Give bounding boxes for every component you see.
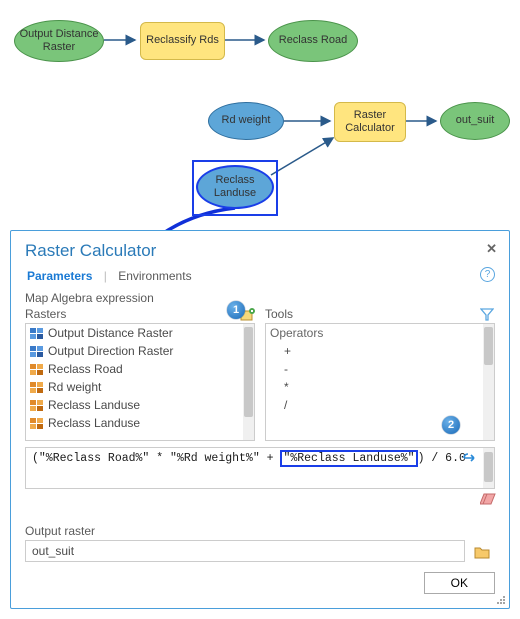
node-label: Reclass Road [279,34,347,47]
raster-item-label: Reclass Landuse [48,398,140,412]
node-label: Reclassify Rds [146,34,219,47]
rasters-listbox[interactable]: Output Distance Raster Output Direction R… [25,323,255,441]
filter-icon[interactable] [480,307,495,321]
raster-list-item[interactable]: Reclass Landuse [26,414,254,432]
operator-item[interactable]: + [266,342,494,360]
expression-part: ("%Reclass Road%" * "%Rd weight%" + [32,452,280,465]
tab-separator: | [104,269,107,283]
raster-item-label: Rd weight [48,380,101,394]
help-icon[interactable]: ? [480,267,495,282]
raster-list-item[interactable]: Output Distance Raster [26,324,254,342]
operators-header: Operators [266,324,494,342]
raster-list-item[interactable]: Reclass Road [26,360,254,378]
scrollbar[interactable] [483,448,494,488]
node-label: Rd weight [222,114,271,127]
node-output-distance-raster[interactable]: Output Distance Raster [14,20,104,62]
tools-header: Tools [265,307,293,321]
scrollbar[interactable] [483,324,494,440]
ok-button[interactable]: OK [424,572,495,594]
node-raster-calculator[interactable]: Raster Calculator [334,102,406,142]
browse-folder-icon[interactable] [474,545,489,559]
node-reclassify-rds[interactable]: Reclassify Rds [140,22,225,60]
node-label: out_suit [456,114,495,127]
raster-grid-icon [30,418,43,429]
callout-2: 2 [442,416,460,434]
section-label-expression: Map Algebra expression [25,291,495,305]
rasters-header: Rasters [25,307,66,321]
raster-item-label: Reclass Road [48,362,123,376]
output-raster-label: Output raster [25,524,495,538]
raster-grid-icon [30,400,43,411]
operator-item[interactable]: - [266,360,494,378]
close-icon[interactable]: ✕ [486,241,497,257]
callout-1: 1 [227,301,245,319]
raster-item-label: Output Direction Raster [48,344,173,358]
tab-environments[interactable]: Environments [116,267,193,285]
raster-list-item[interactable]: Output Direction Raster [26,342,254,360]
operator-item[interactable]: * [266,378,494,396]
raster-item-label: Output Distance Raster [48,326,173,340]
scrollbar[interactable] [243,324,254,440]
raster-list-item[interactable]: Rd weight [26,378,254,396]
raster-grid-icon [30,328,43,339]
node-out-suit[interactable]: out_suit [440,102,510,140]
operator-item[interactable]: / [266,396,494,414]
node-label: Raster Calculator [335,109,405,135]
node-rd-weight[interactable]: Rd weight [208,102,284,140]
clear-expression-icon[interactable] [480,493,495,507]
output-raster-input[interactable]: out_suit [25,540,465,562]
raster-calculator-dialog: ✕ Raster Calculator Parameters | Environ… [10,230,510,609]
expression-highlight: "%Reclass Landuse%" [280,450,417,467]
dialog-title: Raster Calculator [25,241,495,261]
raster-item-label: Reclass Landuse [48,416,140,430]
run-expression-icon[interactable] [463,452,478,466]
node-label: Output Distance Raster [15,28,103,54]
raster-grid-icon [30,346,43,357]
raster-grid-icon [30,382,43,393]
model-diagram: Output Distance Raster Reclassify Rds Re… [10,10,510,230]
node-reclass-road[interactable]: Reclass Road [268,20,358,62]
raster-list-item[interactable]: Reclass Landuse [26,396,254,414]
resize-grip[interactable] [496,595,506,605]
raster-grid-icon [30,364,43,375]
tab-bar: Parameters | Environments ? [25,267,495,285]
expression-input[interactable]: ("%Reclass Road%" * "%Rd weight%" + "%Re… [25,447,495,489]
node-selection-highlight [192,160,278,216]
expression-part: ) / 6.0 [418,452,466,465]
tools-listbox[interactable]: Operators +-*/ 2 [265,323,495,441]
tab-parameters[interactable]: Parameters [25,267,94,285]
